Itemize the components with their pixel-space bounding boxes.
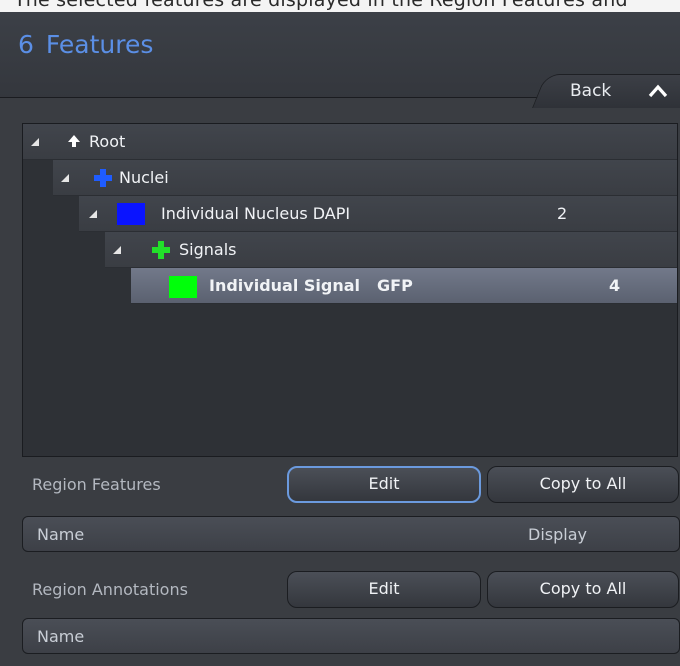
tree-label-signals: Signals (179, 240, 237, 259)
signal-channel: GFP (377, 276, 413, 295)
header-divider (0, 97, 546, 98)
column-display[interactable]: Display (528, 525, 587, 544)
root-arrow-icon (68, 135, 80, 147)
tree-label-individual-signal: Individual Signal (209, 276, 361, 295)
region-features-label: Region Features (32, 475, 161, 494)
tree-row-root[interactable]: Root (23, 124, 677, 160)
region-annotations-table-header: Name (22, 618, 680, 654)
instruction-text-strip: The selected features are displayed in t… (0, 0, 680, 12)
tree-row-individual-signal[interactable]: Individual Signal GFP 4 (131, 268, 677, 304)
region-annotations-label: Region Annotations (32, 580, 188, 599)
instruction-text: The selected features are displayed in t… (14, 0, 628, 11)
tree-row-nuclei[interactable]: Nuclei (53, 160, 677, 196)
tree-label-individual-nucleus: Individual Nucleus DAPI (161, 204, 351, 223)
nucleus-color-swatch (117, 203, 145, 225)
region-annotations-copy-all-button[interactable]: Copy to All (487, 571, 679, 608)
signal-color-swatch (169, 276, 197, 298)
plus-icon (151, 240, 171, 260)
tree-row-individual-nucleus[interactable]: Individual Nucleus DAPI 2 (79, 196, 677, 232)
nucleus-count: 2 (557, 204, 568, 223)
section-title: 6 Features (18, 30, 153, 59)
region-annotations-edit-button[interactable]: Edit (287, 571, 481, 608)
expand-triangle-icon[interactable] (113, 246, 121, 254)
collapse-up-icon[interactable] (648, 83, 668, 99)
back-tab[interactable]: Back (532, 74, 680, 108)
back-label[interactable]: Back (570, 81, 611, 101)
section-number: 6 (18, 30, 34, 59)
tree-label-root: Root (89, 132, 126, 151)
signal-count: 4 (609, 276, 621, 295)
region-features-copy-all-button[interactable]: Copy to All (487, 466, 679, 503)
section-title-text: Features (45, 30, 154, 59)
column-name[interactable]: Name (37, 627, 84, 646)
region-features-table-header: Name Display (22, 516, 680, 552)
region-features-edit-button[interactable]: Edit (287, 466, 481, 503)
expand-triangle-icon[interactable] (31, 138, 39, 146)
expand-triangle-icon[interactable] (89, 210, 97, 218)
tree-row-signals[interactable]: Signals (105, 232, 677, 268)
column-name[interactable]: Name (37, 525, 84, 544)
tree-label-nuclei: Nuclei (119, 168, 169, 187)
expand-triangle-icon[interactable] (61, 174, 69, 182)
feature-tree[interactable]: Root Nuclei Individual Nucleus DAPI 2 Si… (22, 123, 678, 457)
plus-icon (93, 168, 113, 188)
